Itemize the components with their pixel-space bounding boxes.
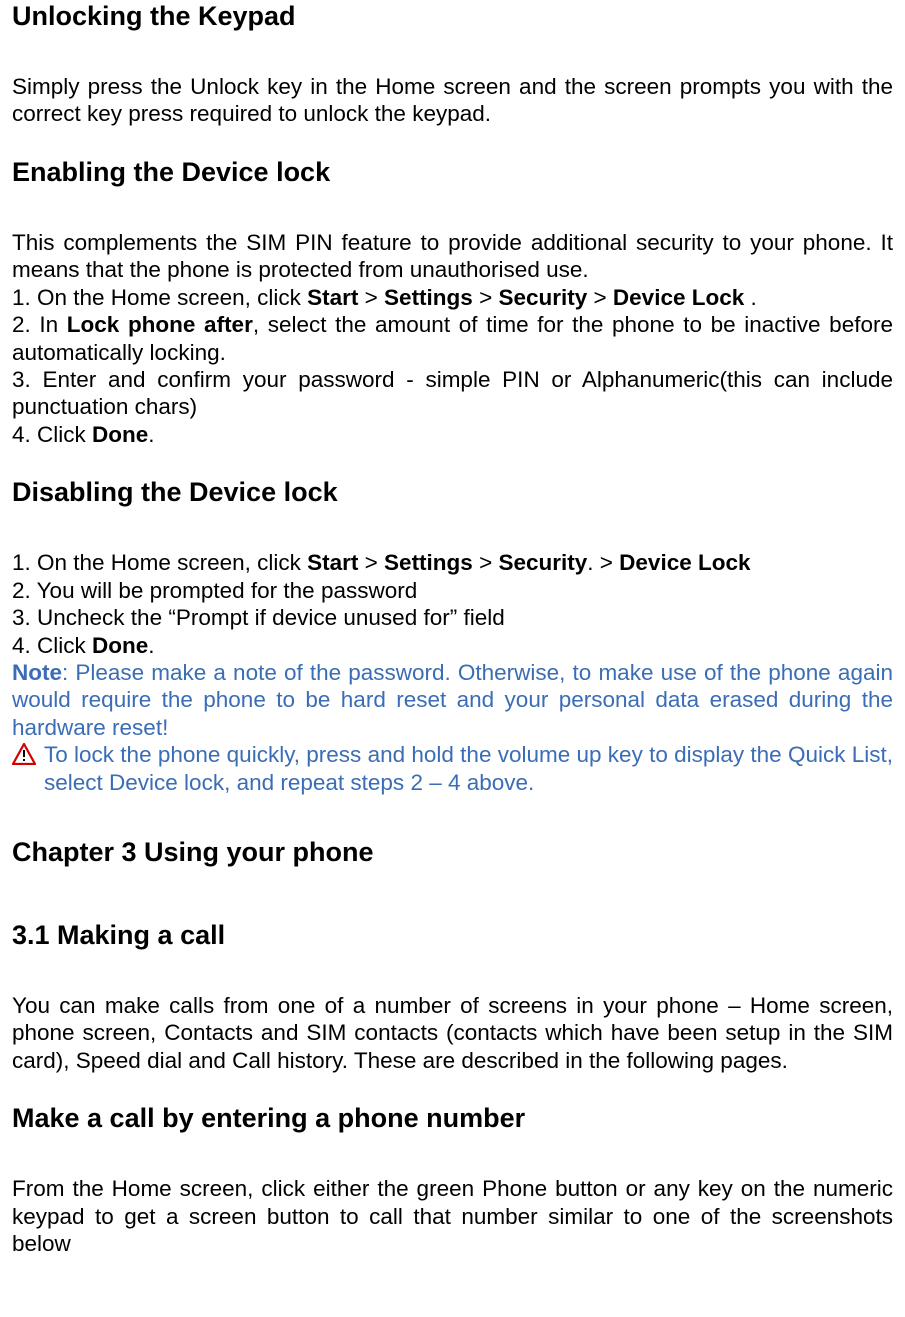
nav-security: Security [498,550,587,575]
text: 2. In [12,312,67,337]
note-label: Note [12,660,62,685]
option-lock-phone-after: Lock phone after [67,312,253,337]
enable-step-2: 2. In Lock phone after, select the amoun… [12,311,893,366]
text: > [358,550,384,575]
nav-security: Security [498,285,587,310]
disable-step-3: 3. Uncheck the “Prompt if device unused … [12,604,893,631]
enable-step-3: 3. Enter and confirm your password - sim… [12,366,893,421]
nav-device-lock: Device Lock [613,285,744,310]
text: > [587,285,613,310]
heading-making-a-call: 3.1 Making a call [12,919,893,952]
nav-device-lock: Device Lock [619,550,750,575]
paragraph-call-by-number-body: From the Home screen, click either the g… [12,1175,893,1257]
note-password: Note: Please make a note of the password… [12,659,893,741]
nav-settings: Settings [384,550,473,575]
text: 1. On the Home screen, click [12,550,307,575]
disable-step-1: 1. On the Home screen, click Start > Set… [12,549,893,576]
nav-start: Start [307,285,358,310]
heading-unlocking-keypad: Unlocking the Keypad [12,0,893,33]
enable-step-1: 1. On the Home screen, click Start > Set… [12,284,893,311]
nav-start: Start [307,550,358,575]
text: . [148,633,154,658]
warning-icon [12,743,36,765]
disable-step-2: 2. You will be prompted for the password [12,577,893,604]
paragraph-enable-intro: This complements the SIM PIN feature to … [12,229,893,284]
text: 4. Click [12,422,92,447]
text: . > [587,550,619,575]
text: . [148,422,154,447]
text: . [744,285,757,310]
disable-step-4: 4. Click Done. [12,632,893,659]
enable-step-4: 4. Click Done. [12,421,893,448]
text: > [473,550,499,575]
text: > [473,285,499,310]
paragraph-unlocking-body: Simply press the Unlock key in the Home … [12,73,893,128]
heading-enable-device-lock: Enabling the Device lock [12,156,893,189]
button-done: Done [92,633,148,658]
heading-call-by-number: Make a call by entering a phone number [12,1102,893,1135]
text: 1. On the Home screen, click [12,285,307,310]
text: > [358,285,384,310]
text: 4. Click [12,633,92,658]
warning-quick-lock: To lock the phone quickly, press and hol… [12,741,893,796]
nav-settings: Settings [384,285,473,310]
heading-disable-device-lock: Disabling the Device lock [12,476,893,509]
warning-text: To lock the phone quickly, press and hol… [44,741,893,796]
heading-chapter-3: Chapter 3 Using your phone [12,836,893,869]
button-done: Done [92,422,148,447]
note-text: : Please make a note of the password. Ot… [12,660,893,740]
paragraph-making-call-body: You can make calls from one of a number … [12,992,893,1074]
